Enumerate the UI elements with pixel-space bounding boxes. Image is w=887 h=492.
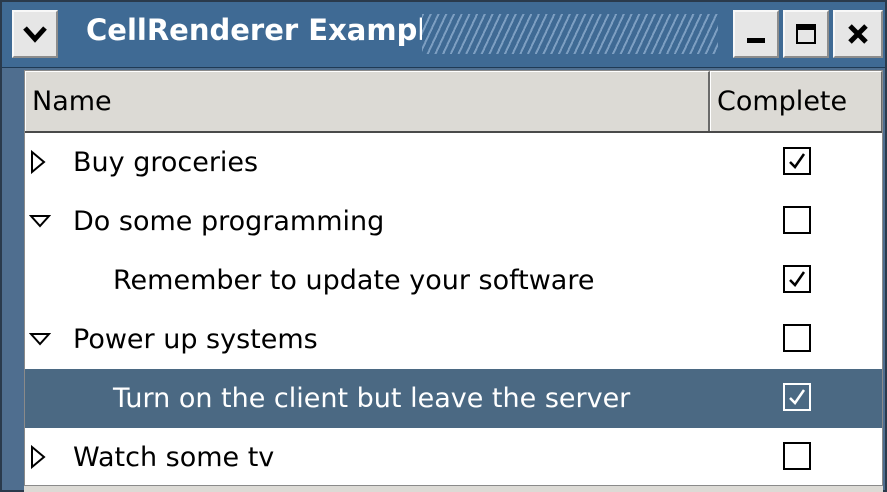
tree-view[interactable]: Name Complete Buy groceries Do some progr… — [24, 70, 883, 486]
title-bar-stripes — [422, 14, 718, 54]
maximize-icon — [796, 24, 816, 44]
expander-expanded-icon[interactable] — [29, 326, 51, 352]
tree-row[interactable]: Turn on the client but leave the server — [25, 369, 882, 428]
tree-row[interactable]: Buy groceries — [25, 133, 882, 192]
close-button[interactable] — [833, 10, 883, 58]
minimize-button[interactable] — [733, 10, 779, 58]
tree-row[interactable]: Power up systems — [25, 310, 882, 369]
row-label: Remember to update your software — [113, 265, 595, 296]
row-label: Turn on the client but leave the server — [113, 383, 631, 414]
complete-checkbox[interactable] — [783, 442, 811, 470]
column-header-name[interactable]: Name — [25, 71, 710, 131]
row-label: Watch some tv — [73, 442, 275, 473]
row-label: Buy groceries — [73, 147, 259, 178]
expander-collapsed-icon[interactable] — [29, 149, 51, 175]
app-window: CellRenderer Example Name Complete Buy g… — [0, 0, 887, 492]
tree-row[interactable]: Do some programming — [25, 192, 882, 251]
checkmark-icon — [789, 389, 806, 405]
chevron-down-icon — [23, 26, 47, 43]
complete-checkbox[interactable] — [783, 147, 811, 175]
complete-checkbox[interactable] — [783, 324, 811, 352]
complete-checkbox[interactable] — [783, 206, 811, 234]
title-bar[interactable]: CellRenderer Example — [2, 2, 885, 68]
tree-header: Name Complete — [25, 71, 882, 133]
window-bottom-edge — [24, 486, 883, 492]
expander-collapsed-icon[interactable] — [29, 444, 51, 470]
window-menu-button[interactable] — [12, 10, 58, 58]
complete-checkbox[interactable] — [783, 383, 811, 411]
minimize-icon — [747, 38, 765, 43]
complete-checkbox[interactable] — [783, 265, 811, 293]
tree-row[interactable]: Remember to update your software — [25, 251, 882, 310]
maximize-button[interactable] — [783, 10, 829, 58]
checkmark-icon — [789, 153, 806, 169]
column-header-complete[interactable]: Complete — [710, 71, 882, 131]
close-icon — [848, 24, 868, 44]
row-label: Power up systems — [73, 324, 318, 355]
row-label: Do some programming — [73, 206, 385, 237]
checkmark-icon — [789, 271, 806, 287]
tree-row[interactable]: Watch some tv — [25, 428, 882, 487]
window-title: CellRenderer Example — [86, 13, 447, 47]
expander-expanded-icon[interactable] — [29, 208, 51, 234]
